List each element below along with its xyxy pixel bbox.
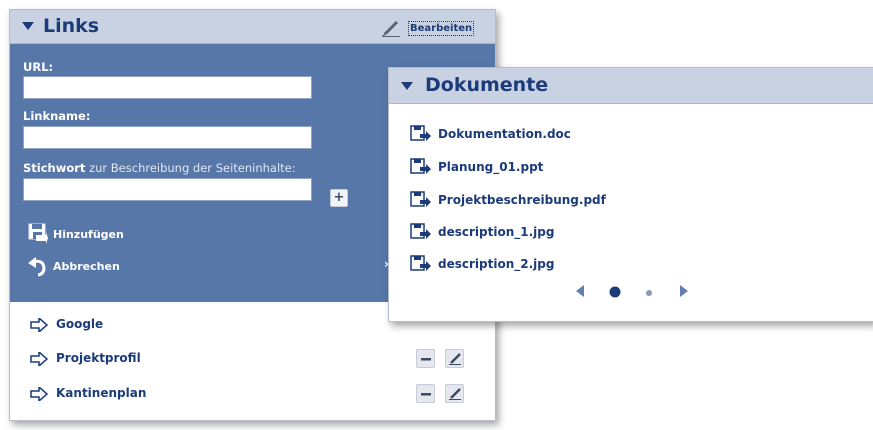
add-keyword-button[interactable]: + xyxy=(330,189,348,207)
add-link-label: Hinzufügen xyxy=(53,228,124,241)
linkname-label: Linkname: xyxy=(23,109,91,123)
pencil-icon xyxy=(449,353,461,365)
stichwort-input[interactable] xyxy=(23,178,312,201)
link-label: Google xyxy=(56,317,104,331)
links-panel-header: Links Bearbeiten xyxy=(10,10,495,44)
documents-panel: Dokumente Dokumentation.doc Planung_01.p… xyxy=(388,67,873,322)
save-icon xyxy=(28,223,48,244)
document-item[interactable]: description_1.jpg xyxy=(410,222,810,242)
edit-button[interactable]: Bearbeiten xyxy=(408,21,475,36)
document-name: Dokumentation.doc xyxy=(438,127,571,141)
documents-panel-header: Dokumente xyxy=(389,68,873,104)
document-name: description_2.jpg xyxy=(438,257,555,271)
triangle-down-icon[interactable] xyxy=(401,82,413,90)
document-name: description_1.jpg xyxy=(438,225,555,239)
cancel-label: Abbrechen xyxy=(53,260,120,273)
edit-link-button[interactable] xyxy=(445,384,464,403)
page-dot-active[interactable] xyxy=(609,286,621,298)
document-name: Planung_01.ppt xyxy=(438,160,544,174)
triangle-down-icon[interactable] xyxy=(22,22,34,30)
edit-link-button[interactable] xyxy=(445,349,464,368)
document-item[interactable]: Dokumentation.doc xyxy=(410,124,810,144)
page-dot[interactable] xyxy=(645,289,653,297)
remove-link-button[interactable] xyxy=(416,349,435,368)
document-item[interactable]: Planung_01.ppt xyxy=(410,157,810,177)
documents-panel-title: Dokumente xyxy=(425,74,549,96)
arrow-right-icon xyxy=(30,352,48,366)
minus-icon xyxy=(421,393,431,396)
remove-link-button[interactable] xyxy=(416,384,435,403)
arrow-right-icon xyxy=(30,318,48,332)
link-item-kantinenplan[interactable]: Kantinenplan xyxy=(30,384,470,404)
document-item[interactable]: Projektbeschreibung.pdf xyxy=(410,190,810,210)
prev-page-icon[interactable] xyxy=(575,284,585,298)
undo-arrow-icon xyxy=(28,257,46,277)
pencil-icon[interactable] xyxy=(382,19,402,37)
url-label: URL: xyxy=(23,60,54,74)
document-save-icon xyxy=(410,158,431,174)
document-save-icon xyxy=(410,223,431,239)
stichwort-label-bold: Stichwort xyxy=(23,161,86,175)
arrow-right-icon xyxy=(30,387,48,401)
pencil-icon xyxy=(449,388,461,400)
link-item-projektprofil[interactable]: Projektprofil xyxy=(30,349,470,369)
linkname-input[interactable] xyxy=(23,126,312,149)
links-panel-title: Links xyxy=(43,15,100,37)
document-item[interactable]: description_2.jpg xyxy=(410,254,810,274)
document-name: Projektbeschreibung.pdf xyxy=(438,193,606,207)
link-label: Projektprofil xyxy=(56,351,141,365)
url-input[interactable] xyxy=(23,76,312,99)
minus-icon xyxy=(421,358,431,361)
document-save-icon xyxy=(410,125,431,141)
stichwort-label-description: zur Beschreibung der Seiteninhalte: xyxy=(85,161,296,175)
link-label: Kantinenplan xyxy=(56,386,147,400)
document-save-icon xyxy=(410,255,431,271)
document-save-icon xyxy=(410,191,431,207)
stichwort-label: Stichwort zur Beschreibung der Seiteninh… xyxy=(23,161,296,175)
next-page-icon[interactable] xyxy=(679,284,689,298)
